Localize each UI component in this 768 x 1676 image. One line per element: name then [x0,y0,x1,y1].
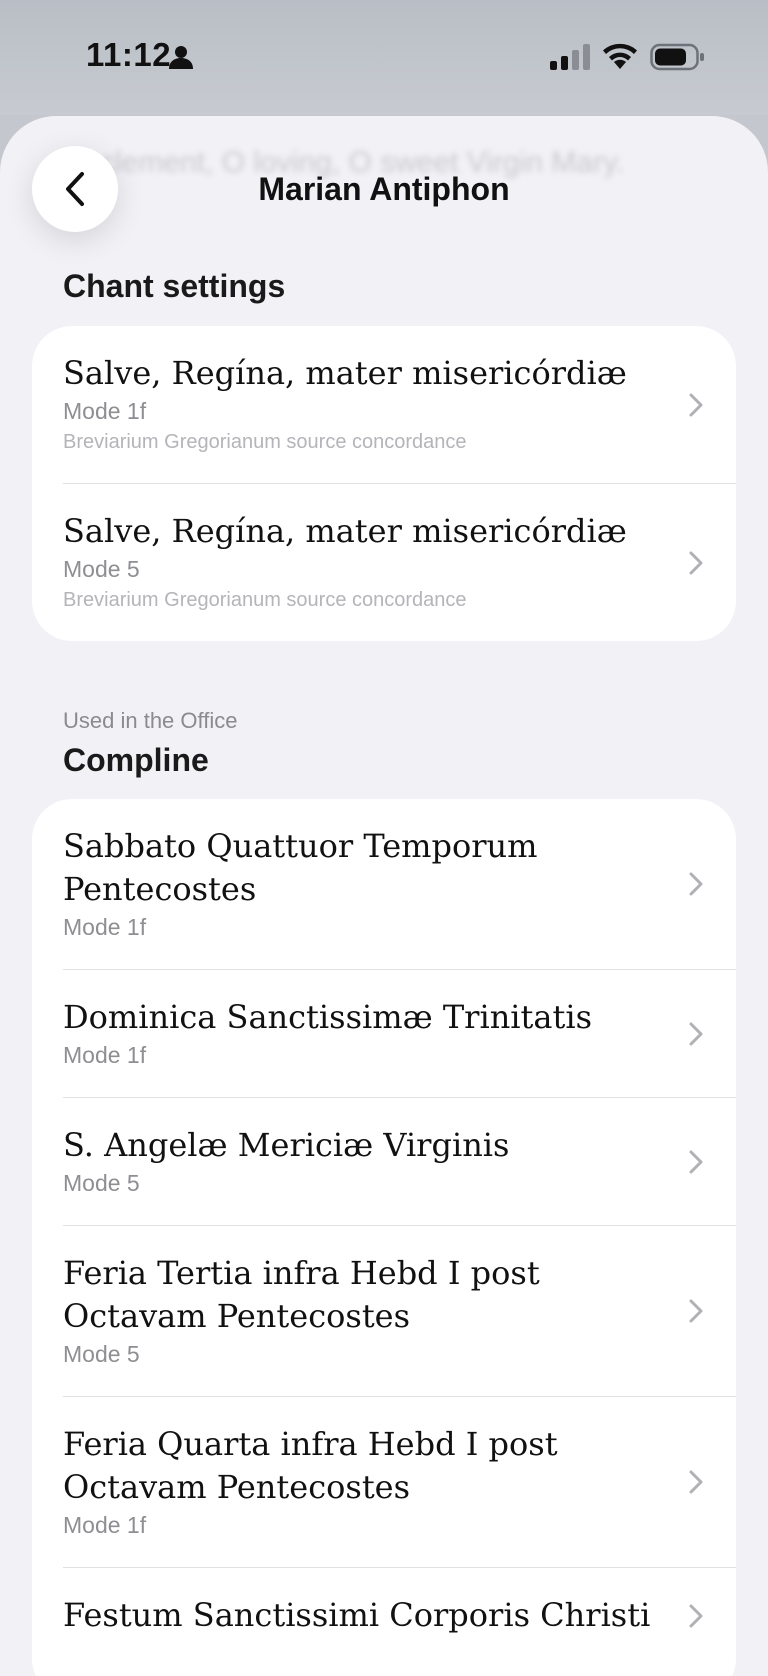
office-title: Dominica Sanctissimæ Trinitatis [63,998,592,1036]
chant-setting-source: Breviarium Gregorianum source concordanc… [63,589,467,611]
chevron-right-icon [689,393,703,416]
office-row[interactable]: Festum Sanctissimi Corporis Christi [63,1568,736,1663]
office-row[interactable]: S. Angelæ Mericiæ Virginis Mode 5 [63,1098,736,1226]
office-row[interactable]: Sabbato Quattuor Temporum Pentecostes Mo… [63,799,736,970]
chant-setting-row[interactable]: Salve, Regína, mater misericórdiæ Mode 1… [63,326,736,484]
sheet: clement, O loving, O sweet Virgin Mary. … [0,116,768,1676]
status-bar: 11:12 [0,0,768,115]
chevron-right-icon [689,1299,703,1323]
chevron-right-icon [689,872,703,896]
office-title: Feria Tertia infra Hebd I post Octavam P… [63,1254,540,1335]
office-title: Sabbato Quattuor Temporum Pentecostes [63,827,538,908]
wifi-icon [603,43,637,69]
office-mode: Mode 1f [63,1512,147,1538]
office-title: Festum Sanctissimi Corporis Christi [63,1596,651,1634]
chant-setting-source: Breviarium Gregorianum source concordanc… [63,431,467,453]
office-mode: Mode 1f [63,914,147,940]
section-heading-compline: Compline [63,742,209,778]
cellular-signal-icon [550,44,590,70]
chevron-right-icon [689,1150,703,1173]
chant-setting-mode: Mode 1f [63,398,147,424]
office-row[interactable]: Dominica Sanctissimæ Trinitatis Mode 1f [63,970,736,1098]
chant-setting-title: Salve, Regína, mater misericórdiæ [63,354,627,392]
battery-icon [650,43,704,71]
page-title: Marian Antiphon [258,171,510,207]
office-card: Sabbato Quattuor Temporum Pentecostes Mo… [32,799,736,1676]
person-icon [169,46,193,69]
office-row[interactable]: Feria Quarta infra Hebd I post Octavam P… [63,1397,736,1568]
office-mode: Mode 5 [63,1341,140,1367]
chevron-right-icon [689,551,703,574]
chevron-right-icon [689,1022,703,1045]
office-title: S. Angelæ Mericiæ Virginis [63,1126,510,1164]
office-row[interactable]: Feria Tertia infra Hebd I post Octavam P… [63,1226,736,1397]
office-mode: Mode 1f [63,1042,147,1068]
chant-setting-mode: Mode 5 [63,556,140,582]
chant-setting-title: Salve, Regína, mater misericórdiæ [63,512,627,550]
chant-setting-row[interactable]: Salve, Regína, mater misericórdiæ Mode 5… [63,484,736,641]
office-mode: Mode 5 [63,1170,140,1196]
chevron-right-icon [689,1470,703,1494]
chant-settings-card: Salve, Regína, mater misericórdiæ Mode 1… [32,326,736,641]
section-caption-office: Used in the Office [63,708,238,733]
section-heading-chant-settings: Chant settings [63,268,286,304]
status-time: 11:12 [86,36,172,73]
office-title: Feria Quarta infra Hebd I post Octavam P… [63,1425,558,1506]
chevron-right-icon [689,1604,703,1627]
